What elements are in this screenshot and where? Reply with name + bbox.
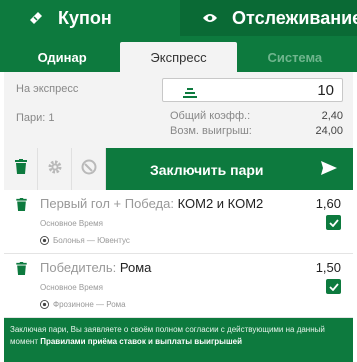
tab-express[interactable]: Экспресс	[120, 42, 237, 72]
tab-tracking[interactable]: Отслеживание	[180, 0, 357, 36]
football-icon	[40, 236, 49, 245]
bet-type-tabs: Одинар Экспресс Система	[0, 36, 357, 72]
bet-odd: 1,50	[315, 260, 341, 275]
bet-title: Победитель: Рома	[40, 260, 151, 275]
possible-win-value: 24,00	[315, 125, 343, 137]
bet-event-name: Фрозиноне — Рома	[53, 300, 126, 309]
cancel-button[interactable]	[72, 148, 106, 190]
tab-single[interactable]: Одинар	[4, 42, 120, 72]
eye-icon	[202, 12, 218, 24]
express-panel: На экспресс 10 Пари: 1 Общий коэфф.: 2,4…	[4, 72, 353, 148]
possible-win-label: Возм. выигрыш:	[170, 125, 252, 137]
settings-button[interactable]	[38, 148, 72, 190]
footer-disclaimer: Заключая пари, Вы заявляете о своём полн…	[4, 318, 353, 362]
place-bet-label: Заключить пари	[150, 162, 264, 178]
bet-market: Победитель:	[40, 260, 120, 275]
bet-odd: 1,60	[315, 196, 341, 211]
bet-event: Фрозиноне — Рома	[40, 300, 126, 309]
bet-item: Победитель: Рома 1,50 Основное Время Фро…	[4, 254, 353, 318]
bet-title: Первый гол + Победа: КОМ2 и КОМ2	[40, 196, 263, 211]
ticket-icon	[28, 10, 44, 26]
rules-link[interactable]: Правилами приёма ставок и выплаты выигры…	[40, 337, 242, 346]
bet-pick: КОМ2 и КОМ2	[177, 196, 264, 211]
express-label: На экспресс	[16, 83, 79, 95]
pairs-count: 1	[48, 112, 55, 124]
remove-bet-button[interactable]	[16, 262, 27, 280]
bet-market: Первый гол + Победа:	[40, 196, 178, 211]
tab-coupon[interactable]: Купон	[0, 0, 180, 36]
bet-period: Основное Время	[40, 219, 103, 228]
bet-period: Основное Время	[40, 283, 103, 292]
tab-system[interactable]: Система	[237, 42, 353, 72]
top-tabs: Купон Отслеживание	[0, 0, 357, 36]
place-bet-button[interactable]: Заключить пари	[106, 148, 353, 190]
clear-coupon-button[interactable]	[4, 148, 38, 190]
pairs-label: Пари: 1	[16, 112, 55, 124]
bet-item: Первый гол + Победа: КОМ2 и КОМ2 1,60 Ос…	[4, 190, 353, 254]
bet-pick: Рома	[119, 260, 152, 275]
total-coef-label: Общий коэфф.:	[170, 110, 251, 122]
trash-icon	[14, 159, 27, 179]
bet-checkbox[interactable]	[326, 215, 341, 230]
action-row: Заключить пари	[4, 148, 353, 190]
stake-settings-icon[interactable]	[183, 85, 197, 103]
no-entry-icon	[81, 159, 97, 180]
tab-coupon-label: Купон	[58, 7, 112, 28]
football-icon	[40, 300, 49, 309]
stake-value: 10	[317, 82, 334, 99]
total-coef-value: 2,40	[321, 110, 343, 122]
send-arrow-icon	[321, 161, 337, 178]
stake-input[interactable]: 10	[162, 78, 343, 102]
bet-event-name: Болонья — Ювентус	[53, 236, 130, 245]
bet-event: Болонья — Ювентус	[40, 236, 130, 245]
bet-checkbox[interactable]	[326, 279, 341, 294]
gear-icon	[47, 159, 63, 180]
tab-tracking-label: Отслеживание	[232, 7, 357, 28]
remove-bet-button[interactable]	[16, 198, 27, 216]
